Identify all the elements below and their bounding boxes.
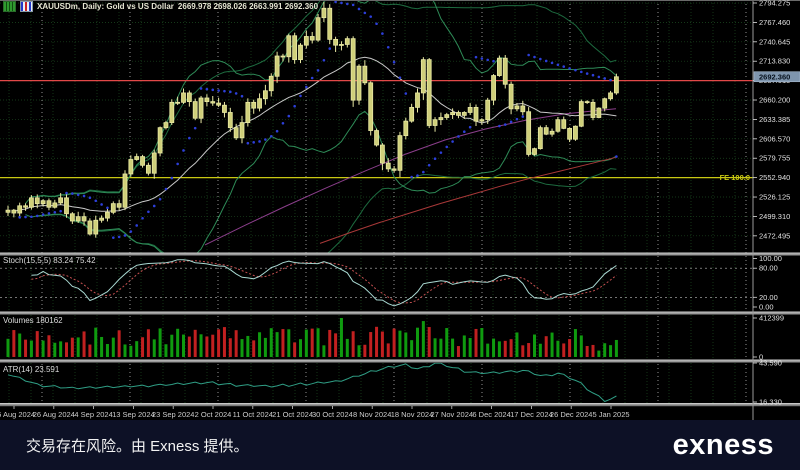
svg-text:2472.495: 2472.495	[759, 231, 790, 240]
svg-text:18 Nov 2024: 18 Nov 2024	[391, 410, 434, 419]
svg-text:16 Aug 2024: 16 Aug 2024	[0, 410, 35, 419]
exness-banner: 交易存在风险。由 Exness 提供。 exness	[0, 420, 800, 470]
svg-text:21 Oct 2024: 21 Oct 2024	[272, 410, 313, 419]
volume-indicator-icon	[3, 1, 16, 12]
svg-text:13 Sep 2024: 13 Sep 2024	[112, 410, 155, 419]
svg-text:2633.385: 2633.385	[759, 115, 790, 124]
svg-text:26 Aug 2024: 26 Aug 2024	[33, 410, 75, 419]
svg-text:4 Sep 2024: 4 Sep 2024	[74, 410, 112, 419]
band-slow-upper	[37, 0, 617, 197]
svg-text:2767.460: 2767.460	[759, 18, 790, 27]
risk-disclaimer: 交易存在风险。由 Exness 提供。	[26, 437, 249, 455]
svg-text:2 Oct 2024: 2 Oct 2024	[195, 410, 232, 419]
svg-text:100.00: 100.00	[759, 254, 782, 263]
svg-text:5 Jan 2025: 5 Jan 2025	[592, 410, 629, 419]
atr-line	[7, 362, 617, 403]
svg-text:26 Dec 2024: 26 Dec 2024	[550, 410, 593, 419]
candles	[5, 1, 619, 238]
svg-text:0.00: 0.00	[759, 303, 774, 312]
svg-text:27 Nov 2024: 27 Nov 2024	[431, 410, 474, 419]
chart-canvas[interactable]: 2794.2752767.4602740.6452713.8302687.015…	[0, 0, 800, 420]
volume-pane	[6, 318, 618, 357]
svg-text:20.00: 20.00	[759, 293, 778, 302]
volumes-label: Volumes 180162	[3, 316, 63, 325]
stochastic-label: Stoch(15,5,5) 83.24 75.42	[3, 256, 96, 265]
svg-text:2794.275: 2794.275	[759, 0, 790, 8]
ohlc-readout: 2669.978 2698.026 2663.991 2692.360	[177, 2, 319, 11]
subpane-axis: 100.0080.0020.000.00412399043.59016.330	[753, 254, 784, 407]
svg-text:2579.755: 2579.755	[759, 154, 790, 163]
svg-text:17 Dec 2024: 17 Dec 2024	[510, 410, 553, 419]
candlestick-chart-icon	[20, 1, 33, 12]
svg-text:6 Dec 2024: 6 Dec 2024	[472, 410, 510, 419]
svg-text:2552.940: 2552.940	[759, 173, 790, 182]
price-pane	[0, 0, 753, 253]
exness-logo: exness	[672, 428, 774, 461]
svg-text:2660.200: 2660.200	[759, 96, 790, 105]
fib-expansion-label: FE 100.0	[720, 173, 750, 182]
svg-text:412399: 412399	[759, 314, 784, 323]
svg-text:2713.830: 2713.830	[759, 57, 790, 66]
svg-text:2740.645: 2740.645	[759, 37, 790, 46]
svg-text:11 Oct 2024: 11 Oct 2024	[233, 410, 273, 419]
svg-text:23 Sep 2024: 23 Sep 2024	[152, 410, 195, 419]
svg-text:2606.570: 2606.570	[759, 134, 790, 143]
svg-text:8 Nov 2024: 8 Nov 2024	[353, 410, 391, 419]
chart-titlebar: XAUUSDm, Daily: Gold vs US Dollar 2669.9…	[3, 1, 318, 12]
svg-text:2499.310: 2499.310	[759, 212, 790, 221]
svg-text:16.330: 16.330	[759, 398, 782, 407]
price-axis: 2794.2752767.4602740.6452713.8302687.015…	[720, 0, 800, 240]
atr-label: ATR(14) 23.591	[3, 365, 60, 374]
time-axis: 16 Aug 202426 Aug 20244 Sep 202413 Sep 2…	[0, 406, 630, 419]
trading-terminal-window: 2794.2752767.4602740.6452713.8302687.015…	[0, 0, 800, 470]
red-ma-line	[319, 156, 617, 244]
chart-title: XAUUSDm, Daily: Gold vs US Dollar	[37, 2, 174, 11]
band-fast-upper	[25, 0, 617, 204]
svg-text:80.00: 80.00	[759, 264, 778, 273]
atr-pane	[7, 362, 617, 403]
svg-text:2526.125: 2526.125	[759, 193, 790, 202]
svg-text:2692.360: 2692.360	[759, 72, 790, 81]
svg-text:43.590: 43.590	[759, 359, 782, 368]
svg-text:30 Oct 2024: 30 Oct 2024	[312, 410, 353, 419]
